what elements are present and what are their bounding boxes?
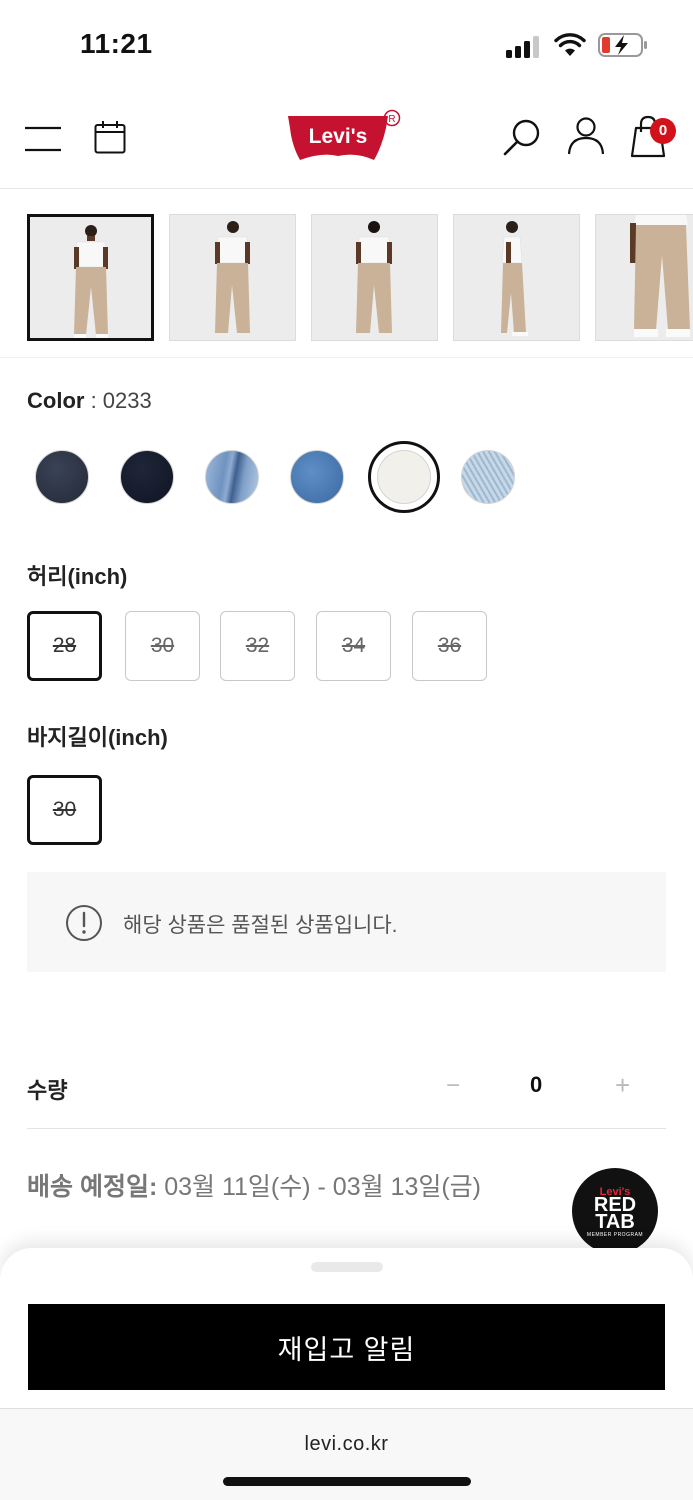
product-thumbnail[interactable] — [169, 214, 296, 341]
status-bar: 11:21 — [0, 0, 693, 92]
status-time: 11:21 — [80, 28, 153, 59]
color-separator: : — [84, 388, 103, 413]
redtab-line2: TAB — [595, 1211, 635, 1233]
divider — [27, 1128, 666, 1129]
wifi-icon — [554, 33, 586, 56]
pants-closeup-image — [630, 215, 690, 337]
delivery-estimate-dates: 03월 11일(수) - 03월 13일(금) — [157, 1173, 482, 1201]
red-tab-member-badge[interactable]: Levi's RED TAB MEMBER PROGRAM — [572, 1168, 658, 1254]
svg-text:R: R — [388, 114, 395, 125]
search-icon[interactable] — [502, 118, 542, 158]
redtab-sub: MEMBER PROGRAM — [586, 1232, 644, 1238]
delivery-estimate-label: 배송 예정일: — [27, 1173, 158, 1201]
color-swatch-bleached[interactable] — [461, 450, 515, 504]
model-back-image — [356, 221, 392, 333]
sheet-drag-handle[interactable] — [311, 1262, 383, 1272]
waist-size-36[interactable]: 36 — [412, 611, 487, 681]
length-size-30[interactable]: 30 — [27, 775, 102, 845]
user-icon[interactable] — [566, 116, 606, 156]
waist-size-30[interactable]: 30 — [125, 611, 200, 681]
color-selection-label: Color : 0233 — [27, 388, 152, 414]
color-value: 0233 — [102, 388, 152, 413]
levis-logo[interactable]: R Levi's — [286, 106, 406, 164]
length-label: 바지길이(inch) — [27, 725, 168, 750]
quantity-decrement-button[interactable]: − — [446, 1072, 460, 1100]
site-header: R Levi's — [0, 92, 693, 189]
calendar-icon[interactable] — [94, 120, 126, 154]
battery-charging-icon — [598, 33, 647, 57]
home-indicator[interactable] — [223, 1477, 471, 1486]
color-label: Color — [27, 388, 85, 413]
info-exclamation-icon — [66, 905, 102, 941]
waist-size-28[interactable]: 28 — [27, 611, 102, 681]
delivery-estimate: 배송 예정일: 03월 11일(수) - 03월 13일(금) — [27, 1167, 481, 1203]
cellular-signal-icon — [506, 34, 542, 58]
address-bar-url[interactable]: levi.co.kr — [0, 1433, 693, 1456]
waist-label: 허리(inch) — [27, 564, 128, 589]
color-swatch-navy[interactable] — [120, 450, 174, 504]
model-front-image — [74, 225, 108, 338]
notice-text: 해당 상품은 품절된 상품입니다. — [123, 914, 398, 937]
product-thumbnail[interactable] — [595, 214, 693, 341]
quantity-increment-button[interactable]: + — [615, 1070, 630, 1101]
cart-count-badge: 0 — [650, 118, 676, 144]
menu-icon[interactable] — [24, 126, 62, 152]
product-thumbnail[interactable] — [27, 214, 154, 341]
browser-address-bar: levi.co.kr — [0, 1408, 693, 1500]
color-swatch-dark-denim[interactable] — [35, 450, 89, 504]
sold-out-notice: 해당 상품은 품절된 상품입니다. — [27, 872, 666, 972]
quantity-label: 수량 — [27, 1078, 68, 1103]
model-angle-image — [215, 221, 250, 333]
color-swatch-medium-blue[interactable] — [290, 450, 344, 504]
waist-size-32[interactable]: 32 — [220, 611, 295, 681]
logo-wordmark: Levi's — [309, 125, 368, 148]
color-swatch-ecru[interactable] — [377, 450, 431, 504]
color-swatch-light-wash[interactable] — [205, 450, 259, 504]
model-side-image — [501, 221, 528, 336]
quantity-value: 0 — [530, 1072, 543, 1097]
restock-notify-button[interactable]: 재입고 알림 — [28, 1304, 665, 1390]
product-thumbnail[interactable] — [453, 214, 580, 341]
bottom-action-sheet: 재입고 알림 — [0, 1248, 693, 1410]
waist-size-34[interactable]: 34 — [316, 611, 391, 681]
product-thumbnail-strip[interactable] — [0, 190, 693, 358]
product-thumbnail[interactable] — [311, 214, 438, 341]
